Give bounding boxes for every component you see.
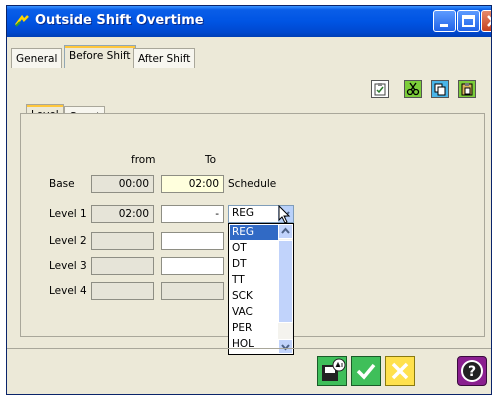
mouse-cursor-icon <box>278 205 291 224</box>
tab-after-shift[interactable]: After Shift <box>133 48 196 68</box>
level3-label: Level 3 <box>49 260 87 272</box>
save-as-button[interactable] <box>317 356 347 386</box>
ok-button[interactable] <box>351 356 381 386</box>
option-tt[interactable]: TT <box>230 273 280 288</box>
level1-to-field[interactable]: - <box>161 205 224 223</box>
option-sck[interactable]: SCK <box>230 289 280 304</box>
level4-to-field <box>161 282 224 300</box>
schedule-dropdown-value: REG <box>232 207 255 219</box>
option-per[interactable]: PER <box>230 321 280 336</box>
option-dt[interactable]: DT <box>230 257 280 272</box>
cancel-button[interactable] <box>385 356 415 386</box>
tab-general[interactable]: General <box>11 48 63 68</box>
to-column-header: To <box>205 154 217 166</box>
clipboard-icon[interactable] <box>371 80 389 98</box>
app-window: Outside Shift Overtime General Before Sh… <box>6 5 492 395</box>
level4-label: Level 4 <box>49 285 87 297</box>
option-reg[interactable]: REG <box>230 225 280 240</box>
close-button[interactable] <box>481 10 491 32</box>
window-title: Outside Shift Overtime <box>35 13 204 28</box>
base-from-field: 00:00 <box>91 175 154 193</box>
level2-from-field <box>91 232 154 250</box>
copy-icon[interactable] <box>431 80 449 98</box>
maximize-button[interactable] <box>457 10 480 32</box>
title-bar[interactable]: Outside Shift Overtime <box>7 6 491 37</box>
options-scrollbar[interactable] <box>278 224 293 354</box>
minimize-button[interactable] <box>433 10 456 32</box>
level2-label: Level 2 <box>49 235 87 247</box>
paste-icon[interactable] <box>458 80 476 98</box>
help-button[interactable]: ? <box>457 356 487 386</box>
action-bar <box>7 348 491 394</box>
svg-text:?: ? <box>468 364 476 380</box>
from-column-header: from <box>131 154 156 166</box>
option-ot[interactable]: OT <box>230 241 280 256</box>
level3-from-field <box>91 257 154 275</box>
base-label: Base <box>49 178 75 190</box>
schedule-label: Schedule <box>228 178 277 190</box>
schedule-options-list[interactable]: REG OT DT TT SCK VAC PER HOL <box>228 223 294 355</box>
app-icon <box>14 13 30 29</box>
cut-icon[interactable] <box>404 80 422 98</box>
base-to-field[interactable]: 02:00 <box>161 175 224 193</box>
tab-before-shift[interactable]: Before Shift <box>64 45 136 68</box>
level1-from-field: 02:00 <box>91 205 154 223</box>
level1-label: Level 1 <box>49 208 87 220</box>
level4-from-field <box>91 282 154 300</box>
scroll-up-icon[interactable] <box>278 224 293 239</box>
scroll-thumb[interactable] <box>278 240 293 323</box>
tab-strip: General Before Shift After Shift <box>7 37 491 77</box>
level2-to-field[interactable] <box>161 232 224 250</box>
level3-to-field[interactable] <box>161 257 224 275</box>
option-vac[interactable]: VAC <box>230 305 280 320</box>
